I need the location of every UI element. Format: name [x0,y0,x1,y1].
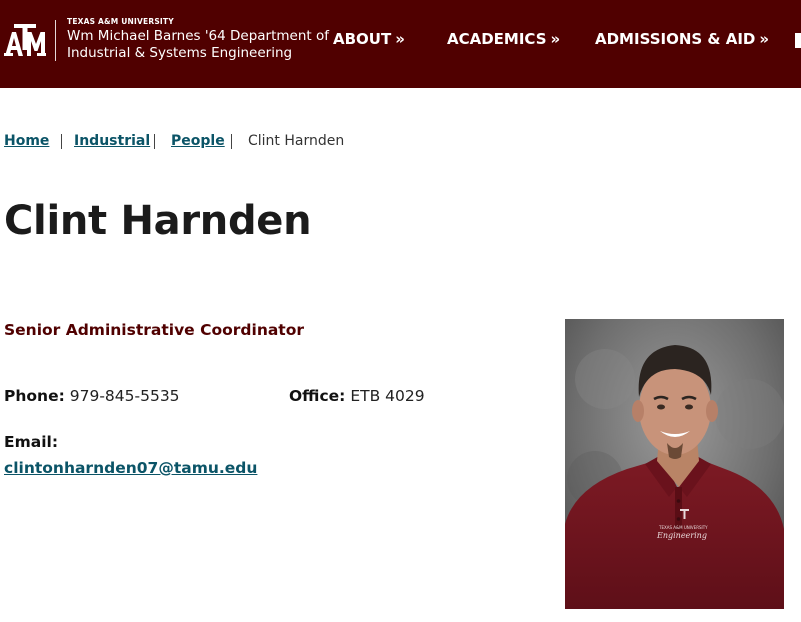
breadcrumb-separator [154,134,155,149]
phone-label: Phone: [4,387,65,405]
profile-photo: TEXAS A&M UNIVERSITY Engineering [565,319,784,609]
nav-about[interactable]: ABOUT» [333,30,405,48]
email-link[interactable]: clintonharnden07@tamu.edu [4,459,257,477]
department-name[interactable]: Wm Michael Barnes '64 Department of Indu… [67,28,329,62]
breadcrumb-industrial[interactable]: Industrial [74,133,150,149]
page-title: Clint Harnden [4,198,312,244]
tamu-logo[interactable] [4,24,46,56]
office-value: ETB 4029 [350,387,425,405]
phone-info: Phone: 979-845-5535 [4,387,180,405]
nav-item-truncated[interactable] [795,33,801,48]
site-header: TEXAS A&M UNIVERSITY Wm Michael Barnes '… [0,0,801,88]
breadcrumb-home[interactable]: Home [4,133,49,149]
breadcrumb-separator [231,134,232,149]
logo-divider [55,20,56,61]
nav-academics-label: ACADEMICS [447,30,547,48]
breadcrumb-people[interactable]: People [171,133,225,149]
office-info: Office: ETB 4029 [289,387,425,405]
chevron-right-icon: » [759,30,770,48]
chevron-right-icon: » [550,30,561,48]
nav-admissions-aid-label: ADMISSIONS & AID [595,30,756,48]
nav-admissions-aid[interactable]: ADMISSIONS & AID» [595,30,769,48]
breadcrumb-current: Clint Harnden [248,133,345,149]
department-name-line1: Wm Michael Barnes '64 Department of [67,28,329,44]
shirt-text: Engineering [656,531,707,540]
nav-academics[interactable]: ACADEMICS» [447,30,560,48]
phone-value: 979-845-5535 [69,387,180,405]
svg-text:TEXAS A&M UNIVERSITY: TEXAS A&M UNIVERSITY [658,525,708,530]
department-name-line2: Industrial & Systems Engineering [67,45,293,61]
nav-about-label: ABOUT [333,30,392,48]
breadcrumb-separator [61,134,62,149]
profile-photo-illustration: TEXAS A&M UNIVERSITY Engineering [565,319,784,609]
job-title: Senior Administrative Coordinator [4,321,305,339]
office-label: Office: [289,387,346,405]
university-name: TEXAS A&M UNIVERSITY [67,17,174,26]
chevron-right-icon: » [395,30,405,48]
email-label: Email: [4,433,59,451]
